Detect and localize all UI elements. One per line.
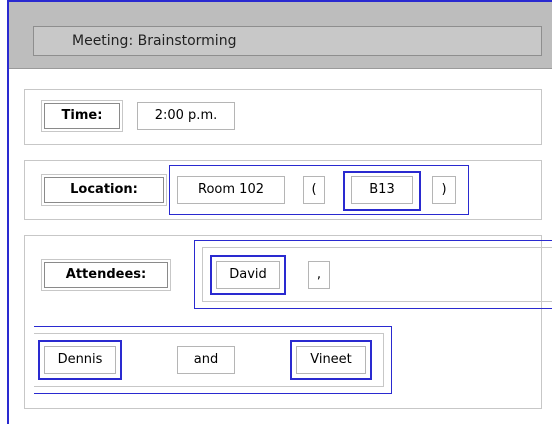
title-bar: Meeting: Brainstorming	[9, 2, 552, 69]
attendee-name[interactable]: Vineet	[296, 346, 366, 374]
time-panel: Time: 2:00 p.m.	[24, 89, 542, 145]
attendee-name[interactable]: David	[216, 261, 280, 289]
location-code[interactable]: B13	[351, 176, 413, 204]
attendees-comma: ,	[308, 261, 330, 289]
attendee-name[interactable]: Dennis	[44, 346, 116, 374]
location-label: Location:	[44, 177, 164, 203]
location-panel: Location: Room 102 ( B13 )	[24, 160, 542, 220]
location-open-paren: (	[303, 176, 325, 204]
location-room[interactable]: Room 102	[177, 176, 285, 204]
attendees-and: and	[177, 346, 235, 374]
time-label: Time:	[44, 103, 120, 129]
location-close-paren: )	[432, 176, 456, 204]
time-value[interactable]: 2:00 p.m.	[137, 102, 235, 130]
attendees-label: Attendees:	[44, 262, 168, 288]
meeting-title: Meeting: Brainstorming	[33, 26, 542, 56]
